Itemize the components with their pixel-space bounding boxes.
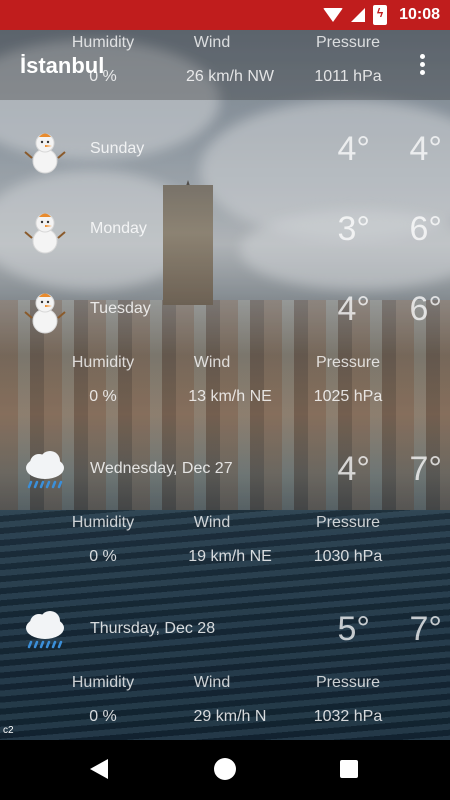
max-temp: 4° xyxy=(409,130,442,168)
snowman-icon xyxy=(24,133,66,174)
recents-icon[interactable] xyxy=(340,760,358,778)
snowman-icon xyxy=(24,293,66,334)
rain-cloud-icon xyxy=(26,451,64,489)
min-temp: 3° xyxy=(337,210,370,248)
humidity-label: Humidity xyxy=(71,514,135,531)
forecast-day-row[interactable]: Monday 3° 6° xyxy=(0,190,450,270)
city-title: İstanbul xyxy=(20,53,105,78)
pressure-value: 1032 hPa xyxy=(313,708,383,725)
back-icon[interactable] xyxy=(90,759,108,779)
day-name: Wednesday, Dec 27 xyxy=(90,460,233,477)
wind-value: 29 km/h N xyxy=(193,708,267,725)
pressure-value: 1011 hPa xyxy=(314,68,382,85)
stats-row: Humidity Wind Pressure 0 % 29 km/h N 103… xyxy=(0,674,450,754)
min-temp: 4° xyxy=(337,290,370,328)
max-temp: 6° xyxy=(409,290,442,328)
forecast-list[interactable]: Humidity Wind Pressure 0 % 26 km/h NW 10… xyxy=(0,30,450,740)
min-temp: 5° xyxy=(337,610,370,648)
max-temp: 6° xyxy=(409,210,442,248)
corner-tag: c2 xyxy=(3,725,14,736)
forecast-day-row[interactable]: Thursday, Dec 28 5° 7° xyxy=(0,590,450,670)
forecast-day-row[interactable]: Wednesday, Dec 27 4° 7° xyxy=(0,430,450,510)
wind-label: Wind xyxy=(193,354,231,371)
stats-row: Humidity Wind Pressure 0 % 13 km/h NE 10… xyxy=(0,354,450,434)
forecast-day-row[interactable]: Sunday 4° 4° xyxy=(0,110,450,190)
snowman-icon xyxy=(24,213,66,254)
humidity-label: Humidity xyxy=(71,674,135,691)
day-name: Tuesday xyxy=(90,300,151,317)
rain-cloud-icon xyxy=(26,611,64,649)
forecast-day-row[interactable]: Tuesday 4° 6° xyxy=(0,270,450,350)
wind-value: 26 km/h NW xyxy=(185,68,274,85)
humidity-value: 0 % xyxy=(89,708,117,725)
battery-charging-icon xyxy=(373,5,388,25)
max-temp: 7° xyxy=(409,610,442,648)
overflow-menu-icon[interactable] xyxy=(412,52,432,78)
min-temp: 4° xyxy=(337,130,370,168)
max-temp: 7° xyxy=(409,450,442,488)
day-name: Sunday xyxy=(90,140,145,157)
day-name: Monday xyxy=(90,220,147,237)
pressure-value: 1025 hPa xyxy=(313,388,383,405)
pressure-value: 1030 hPa xyxy=(313,548,383,565)
wind-value: 19 km/h NE xyxy=(188,548,272,565)
day-name: Thursday, Dec 28 xyxy=(90,620,216,637)
status-time: 10:08 xyxy=(399,6,440,23)
home-icon[interactable] xyxy=(214,758,236,780)
pressure-label: Pressure xyxy=(315,34,381,51)
wind-label: Wind xyxy=(193,674,231,691)
humidity-value: 0 % xyxy=(89,388,117,405)
wind-value: 13 km/h NE xyxy=(188,388,272,405)
humidity-label: Humidity xyxy=(71,34,135,51)
pressure-label: Pressure xyxy=(315,354,381,371)
humidity-value: 0 % xyxy=(89,548,117,565)
signal-icon xyxy=(351,8,366,22)
humidity-label: Humidity xyxy=(71,354,135,371)
min-temp: 4° xyxy=(337,450,370,488)
wind-label: Wind xyxy=(193,514,231,531)
wind-label: Wind xyxy=(193,34,231,51)
pressure-label: Pressure xyxy=(315,514,381,531)
status-bar: 10:08 xyxy=(0,0,450,30)
wifi-icon xyxy=(323,8,344,22)
pressure-label: Pressure xyxy=(315,674,381,691)
stats-row: Humidity Wind Pressure 0 % 19 km/h NE 10… xyxy=(0,514,450,594)
